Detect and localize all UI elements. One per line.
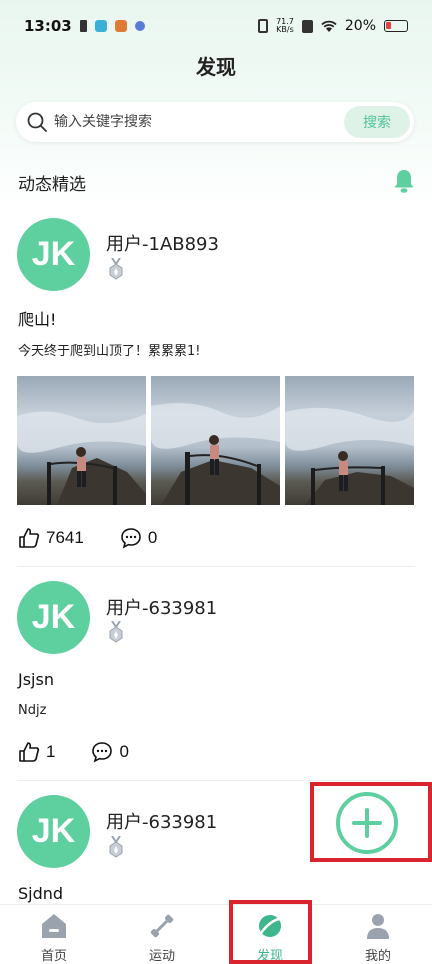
app-notification-icon-3 — [134, 21, 145, 31]
add-post-button[interactable] — [336, 792, 398, 854]
avatar[interactable]: JK — [17, 218, 90, 291]
like-count: 7641 — [46, 528, 84, 547]
tab-profile[interactable]: 我的 — [324, 905, 432, 964]
status-time: 13:03 — [24, 17, 72, 35]
person-icon — [367, 914, 389, 939]
post-content: 今天终于爬到山顶了！累累累1! — [18, 344, 201, 359]
post-actions: 7641 0 — [18, 527, 193, 549]
app-notification-icon — [94, 20, 107, 32]
battery-percent: 20% — [344, 18, 376, 34]
wifi-icon — [321, 20, 337, 32]
sim-icon — [79, 20, 87, 32]
post-title: Jsjsn — [18, 670, 54, 689]
search-bar: 搜索 — [16, 102, 414, 142]
status-bar: 13:03 71.7 KB/s 20% — [0, 0, 432, 52]
comment-count: 0 — [147, 528, 158, 547]
post-actions: 1 0 — [18, 741, 165, 763]
comment-button[interactable]: 0 — [91, 741, 129, 763]
search-input[interactable] — [54, 114, 324, 130]
post-photos — [17, 376, 414, 505]
net-speed: 71.7 KB/s — [276, 18, 294, 34]
medal-icon — [109, 258, 123, 280]
battery-icon — [384, 20, 408, 32]
post-title: Sjdnd — [18, 884, 64, 903]
thumbs-up-icon — [19, 528, 40, 548]
app-notification-icon-2 — [114, 20, 127, 32]
no-sim-icon — [301, 19, 313, 33]
post-username[interactable]: 用户-1AB893 — [106, 230, 219, 256]
avatar[interactable]: JK — [17, 795, 90, 868]
avatar[interactable]: JK — [17, 581, 90, 654]
comment-icon — [92, 742, 113, 763]
post-photo[interactable] — [285, 376, 414, 505]
home-icon — [42, 914, 66, 938]
search-button[interactable]: 搜索 — [344, 106, 410, 138]
section-title: 动态精选 — [18, 175, 86, 195]
medal-icon — [109, 621, 123, 643]
tab-label: 我的 — [364, 949, 391, 964]
dumbbell-icon — [150, 914, 174, 938]
net-speed-unit: KB/s — [276, 25, 294, 34]
search-icon — [27, 112, 47, 132]
bell-icon[interactable] — [392, 168, 416, 194]
divider — [17, 780, 415, 781]
thumbs-up-icon — [19, 742, 40, 762]
post-content: Ndjz — [18, 703, 47, 718]
page-title: 发现 — [196, 55, 236, 79]
tab-label: 首页 — [40, 949, 67, 964]
comment-button[interactable]: 0 — [120, 527, 157, 549]
comment-icon — [121, 528, 141, 549]
like-button[interactable]: 7641 — [18, 527, 84, 549]
divider — [17, 566, 415, 567]
post-username[interactable]: 用户-633981 — [106, 808, 217, 834]
post-username[interactable]: 用户-633981 — [106, 594, 217, 620]
post-photo[interactable] — [151, 376, 280, 505]
like-button[interactable]: 1 — [18, 741, 55, 763]
vibrate-icon — [258, 19, 269, 33]
tab-label: 运动 — [148, 949, 175, 964]
medal-icon — [109, 836, 123, 858]
tab-sport[interactable]: 运动 — [108, 905, 216, 964]
like-count: 1 — [46, 742, 56, 761]
discover-tab-highlight — [229, 900, 312, 964]
post-title: 爬山! — [18, 310, 57, 329]
comment-count: 0 — [119, 742, 129, 761]
tab-home[interactable]: 首页 — [0, 905, 108, 964]
bottom-tab-bar: 首页 运动 发现 我的 — [0, 904, 432, 964]
post-photo[interactable] — [17, 376, 146, 505]
